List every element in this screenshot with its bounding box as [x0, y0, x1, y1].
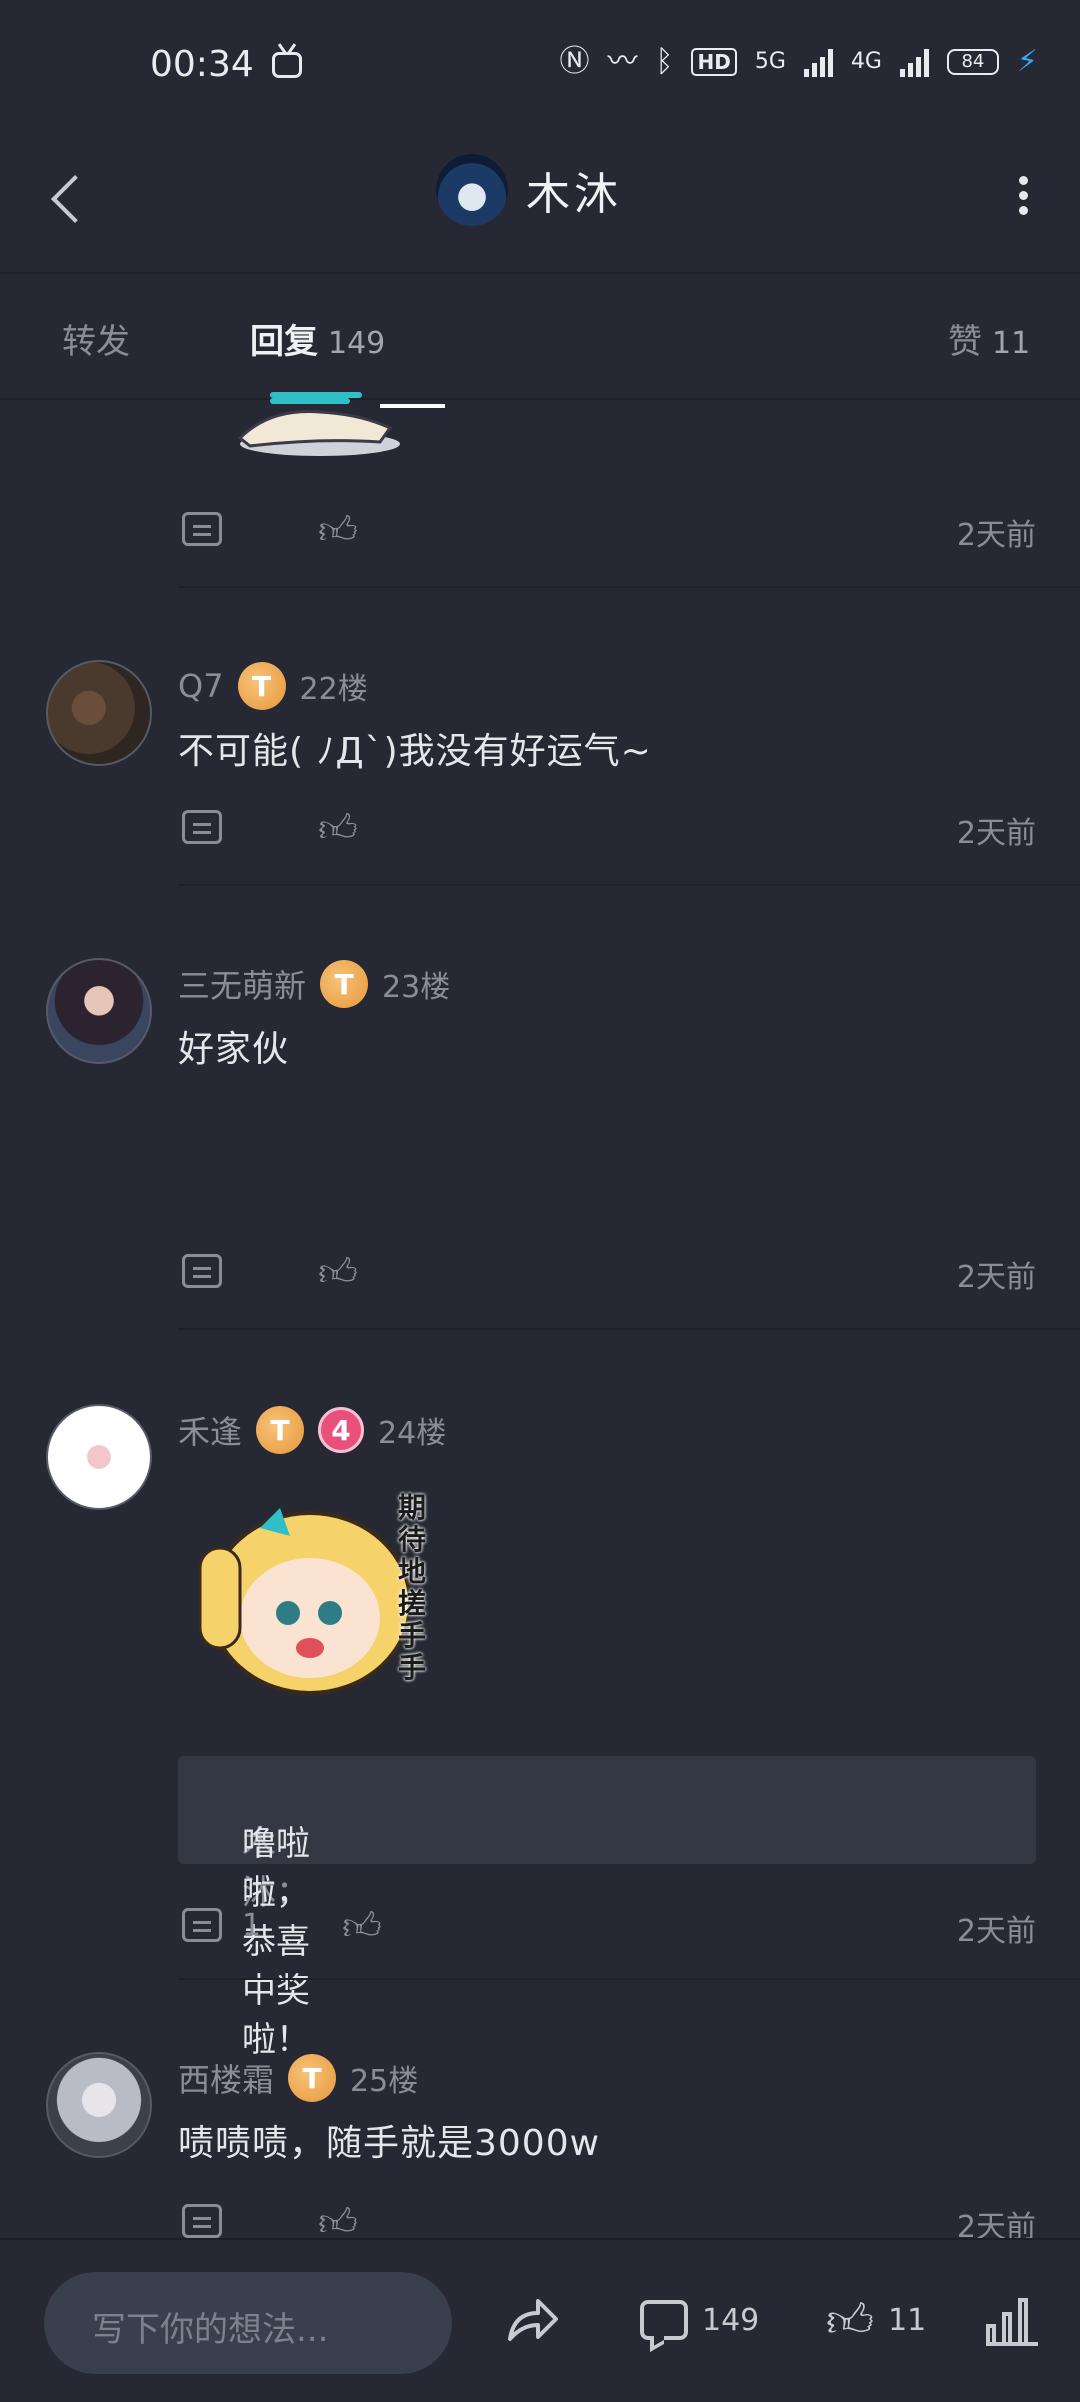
comment-count: 149 — [702, 2302, 760, 2338]
4g-signal-icon — [899, 47, 929, 77]
post-actions: 👍︎ 2天前 — [178, 806, 1036, 856]
divider — [178, 1328, 1080, 1330]
post-actions: 👍︎ 2天前 — [178, 508, 1036, 558]
tab-like-label: 赞 — [948, 322, 982, 362]
tv-app-icon — [272, 52, 302, 78]
hd-icon: HD — [691, 47, 737, 76]
ranking-button[interactable] — [986, 2290, 1038, 2350]
bottom-action-bar: 写下你的想法... 149 👍︎ 11 — [0, 2238, 1080, 2402]
avatar[interactable] — [46, 1404, 152, 1510]
post-meta: 三无萌新 T 23楼 — [178, 960, 450, 1008]
like-icon[interactable]: 👍︎ — [316, 1250, 360, 1294]
post-text: 好家伙 — [178, 1029, 290, 1070]
tab-reply[interactable]: 回复 149 — [250, 314, 385, 363]
top-nav: 木沐 — [0, 130, 1080, 274]
share-button[interactable] — [504, 2290, 560, 2350]
like-icon[interactable]: 👍︎ — [340, 1904, 384, 1948]
reply-icon[interactable] — [182, 512, 222, 546]
floor-number: 22楼 — [299, 672, 368, 707]
comment-icon — [640, 2300, 688, 2340]
post-time: 2天前 — [956, 2210, 1036, 2238]
back-button[interactable] — [46, 168, 86, 228]
quoted-reply[interactable]: 木沐： 噜啦啦，恭喜中奖啦！ — [178, 1756, 1036, 2060]
status-icons: Ⓝ 〰 ᛒ HD 5G 4G 84 ⚡ — [559, 44, 1038, 79]
post-text: 啧啧啧，随手就是3000w — [178, 2123, 601, 2164]
like-icon[interactable]: 👍︎ — [316, 508, 360, 552]
tab-like[interactable]: 赞 11 — [948, 314, 1030, 363]
tab-repost[interactable]: 转发 — [62, 314, 130, 363]
avatar[interactable] — [46, 660, 152, 766]
post-text: 不可能( ﾉДˋ)我没有好运气~ — [178, 731, 652, 772]
page-title: 木沐 — [526, 169, 622, 220]
tab-reply-count: 149 — [328, 326, 386, 361]
post-time: 2天前 — [956, 1914, 1036, 1949]
level-badge-icon: T — [320, 960, 369, 1008]
nfc-icon: Ⓝ — [559, 43, 590, 79]
post-time: 2天前 — [956, 1260, 1036, 1295]
comment-input[interactable]: 写下你的想法... — [44, 2272, 452, 2374]
level-badge-icon: T — [288, 2054, 337, 2102]
reply-icon[interactable] — [182, 1908, 222, 1942]
reply-list[interactable]: 👍︎ 2天前 Q7 T 22楼 不可能( ﾉДˋ)我没有好运气~ 👍︎ 2天前 … — [0, 398, 1080, 2238]
status-time: 00:34 — [150, 44, 254, 85]
avatar[interactable] — [436, 154, 508, 226]
post-meta: 西楼霜 T 25楼 — [178, 2054, 418, 2102]
floor-number: 23楼 — [382, 970, 451, 1005]
5g-signal-icon — [803, 47, 833, 77]
divider — [178, 1978, 1080, 1980]
like-icon[interactable]: 👍︎ — [316, 806, 360, 850]
avatar[interactable] — [46, 958, 152, 1064]
reply-icon[interactable] — [182, 2204, 222, 2238]
share-icon — [508, 2299, 558, 2341]
post-actions: 👍︎ 2天前 — [178, 1250, 1036, 1300]
charging-icon: ⚡ — [1016, 44, 1038, 79]
vibrate-icon: 〰 — [607, 43, 638, 79]
username[interactable]: 三无萌新 — [178, 961, 306, 1007]
comment-button[interactable]: 149 — [640, 2290, 759, 2350]
username[interactable]: 禾逢 — [178, 1407, 242, 1453]
post-time: 2天前 — [956, 518, 1036, 553]
reply-count: 1 — [242, 1908, 262, 1943]
battery-icon: 84 — [946, 48, 999, 75]
more-options-icon[interactable] — [1016, 170, 1030, 230]
ranking-icon — [986, 2294, 1038, 2346]
post-meta: Q7 T 22楼 — [178, 662, 368, 710]
floor-number: 24楼 — [378, 1416, 447, 1451]
like-count: 11 — [888, 2302, 927, 2338]
post-meta: 禾逢 T 4 24楼 — [178, 1406, 446, 1454]
level-badge-icon: T — [256, 1406, 305, 1454]
username[interactable]: Q7 — [178, 667, 224, 705]
post-time: 2天前 — [956, 816, 1036, 851]
reply-icon[interactable] — [182, 1254, 222, 1288]
5g-label: 5G — [754, 49, 786, 74]
post-actions: 👍︎ 2天前 — [178, 2200, 1036, 2238]
divider — [178, 586, 1080, 588]
comment-input-placeholder: 写下你的想法... — [92, 2310, 329, 2350]
status-bar: 00:34 Ⓝ 〰 ᛒ HD 5G 4G 84 ⚡ — [0, 0, 1080, 130]
level-number-badge: 4 — [318, 1407, 365, 1453]
like-button[interactable]: 👍︎ 11 — [826, 2290, 926, 2350]
tab-like-count: 11 — [992, 326, 1031, 361]
sticker-caption: 期待地搓手手 — [398, 1491, 427, 1684]
header-user[interactable]: 木沐 — [436, 154, 622, 226]
divider — [178, 884, 1080, 886]
floor-number: 25楼 — [350, 2064, 419, 2099]
post-actions: 1 👍︎ 2天前 — [178, 1904, 1036, 1954]
bluetooth-icon: ᛒ — [655, 43, 674, 79]
like-icon[interactable]: 👍︎ — [316, 2200, 360, 2238]
avatar[interactable] — [46, 2052, 152, 2158]
4g-label: 4G — [850, 49, 882, 74]
level-badge-icon: T — [237, 662, 286, 710]
username[interactable]: 西楼霜 — [178, 2055, 274, 2101]
sticker-image — [237, 398, 445, 456]
reply-icon[interactable] — [182, 810, 222, 844]
tab-repost-label: 转发 — [62, 322, 130, 362]
thumbs-up-icon: 👍︎ — [826, 2293, 875, 2347]
tab-bar: 转发 回复 149 赞 11 — [0, 274, 1080, 400]
tab-reply-label: 回复 — [250, 322, 318, 362]
